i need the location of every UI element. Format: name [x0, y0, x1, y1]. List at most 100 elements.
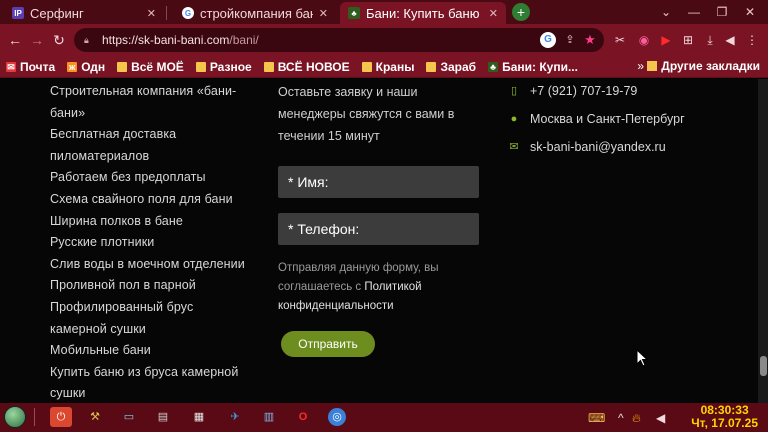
mouse-cursor-icon: [636, 349, 648, 367]
scissors-icon[interactable]: ✂: [612, 32, 628, 48]
menu-link[interactable]: Профилированный брус: [50, 297, 260, 319]
bookmarks-overflow-icon[interactable]: »: [637, 59, 644, 73]
minimize-icon[interactable]: —: [680, 0, 708, 24]
download-icon[interactable]: ⤓: [702, 32, 718, 48]
menu-link[interactable]: Строительная компания «бани-: [50, 81, 260, 103]
calculator-icon[interactable]: ▦: [188, 407, 210, 427]
name-input[interactable]: * Имя:: [278, 166, 479, 198]
close-icon[interactable]: ✕: [483, 7, 498, 20]
ip-favicon-icon: IP: [12, 7, 24, 19]
bookmark-odn[interactable]: ж Одн: [67, 60, 105, 74]
menu-link[interactable]: Купить баню из бруса камерной: [50, 362, 260, 384]
chrome-icon[interactable]: ◎: [328, 408, 346, 426]
opera-icon[interactable]: O: [292, 407, 314, 427]
menu-link[interactable]: Слив воды в моечном отделении: [50, 254, 260, 276]
other-bookmarks[interactable]: Другие закладки: [647, 59, 760, 73]
menu-link[interactable]: Ширина полков в бане: [50, 211, 260, 233]
app-icon[interactable]: ⏻: [50, 407, 72, 427]
more-menu-icon[interactable]: ⋮: [744, 32, 760, 48]
computer-icon[interactable]: ▭: [118, 407, 140, 427]
close-icon[interactable]: ✕: [313, 7, 328, 20]
tray-expand-icon[interactable]: ^: [618, 411, 624, 425]
map-pin-icon: ●: [510, 113, 518, 125]
menu-link[interactable]: сушки: [50, 383, 260, 403]
bookmark-bani[interactable]: ♣ Бани: Купи...: [488, 60, 578, 74]
restore-icon[interactable]: ❐: [708, 0, 736, 24]
scrollbar-thumb[interactable]: [760, 356, 767, 376]
volume-icon[interactable]: ◀: [656, 411, 665, 425]
media-control-icon[interactable]: ◀: [722, 32, 738, 48]
tab-strip: IP Серфинг ✕ G стройкомпания бан ✕ ♣ Бан…: [0, 0, 768, 24]
menu-link[interactable]: Работаем без предоплаты: [50, 167, 260, 189]
files-icon[interactable]: ▤: [152, 407, 174, 427]
submit-button[interactable]: Отправить: [281, 331, 375, 357]
close-icon[interactable]: ✕: [141, 7, 156, 20]
ok-icon: ж: [67, 61, 78, 72]
window-close-icon[interactable]: ✕: [736, 0, 764, 24]
back-arrow-icon[interactable]: ←: [6, 31, 24, 49]
system-clock[interactable]: 08:30:33 Чт, 17.07.25: [691, 404, 758, 430]
bookmark-star-icon[interactable]: ★: [582, 32, 598, 48]
folder-icon: [647, 61, 658, 71]
google-favicon-icon: G: [182, 7, 194, 19]
menu-link[interactable]: Бесплатная доставка: [50, 124, 260, 146]
share-icon[interactable]: ⇪: [562, 32, 578, 48]
consent-text: Отправляя данную форму, вы соглашаетесь …: [278, 262, 439, 312]
tab-title: стройкомпания бан: [200, 5, 313, 21]
leaf-favicon-icon: ♣: [348, 7, 360, 19]
tray-flame-icon[interactable]: 🔥︎: [632, 411, 641, 426]
tab-bani-active[interactable]: ♣ Бани: Купить баню ✕: [340, 2, 506, 24]
folder-icon: [263, 61, 274, 72]
menu-link[interactable]: Схема свайного поля для бани: [50, 189, 260, 211]
tab-google-search[interactable]: G стройкомпания бан ✕: [174, 2, 336, 24]
bookmark-vsyo-novoe[interactable]: ВСЁ НОВОЕ: [263, 60, 350, 74]
menu-link[interactable]: бани»: [50, 103, 260, 125]
tab-title: Бани: Купить баню: [366, 5, 480, 21]
callback-form-intro: Оставьте заявку и наши менеджеры свяжутс…: [278, 81, 478, 147]
taskbar: ⏻ ⚒ ▭ ▤ ▦ ✈ ▥ O ◎ ⌨ ^ 🔥︎ ◀ 08:30:33 Чт, …: [0, 403, 768, 432]
bookmark-raznoe[interactable]: Разное: [195, 60, 252, 74]
clock-date: Чт, 17.07.25: [691, 416, 758, 430]
tab-search-icon[interactable]: ⌄: [652, 0, 680, 24]
window-icon[interactable]: ▥: [258, 407, 280, 427]
keyboard-icon[interactable]: ⌨: [588, 411, 605, 425]
phone-input[interactable]: * Телефон:: [278, 213, 479, 245]
extensions-puzzle-icon[interactable]: ⊞: [680, 32, 696, 48]
bookmark-zarab[interactable]: Зараб: [426, 60, 476, 74]
youtube-icon[interactable]: ▶: [658, 32, 674, 48]
tab-separator: [166, 6, 167, 20]
contact-location: ● Москва и Санкт-Петербург: [508, 112, 685, 126]
forward-arrow-icon[interactable]: →: [28, 31, 46, 49]
extension-badge-icon[interactable]: ◉: [636, 32, 652, 48]
folder-icon: [426, 61, 437, 72]
contact-email[interactable]: ✉ sk-bani-bani@yandex.ru: [508, 140, 665, 154]
tab-serfing[interactable]: IP Серфинг ✕: [4, 2, 167, 24]
torch-icon[interactable]: ⚒: [84, 407, 106, 427]
bookmark-vsyo-moyo[interactable]: Всё МОЁ: [117, 60, 184, 74]
reload-icon[interactable]: ↻: [50, 31, 68, 49]
tab-title: Серфинг: [30, 5, 84, 21]
menu-link[interactable]: пиломатериалов: [50, 146, 260, 168]
telegram-icon[interactable]: ✈: [224, 407, 246, 427]
lock-icon: 🔒︎: [84, 35, 89, 45]
bookmark-pochta[interactable]: ✉ Почта: [6, 60, 55, 74]
address-bar[interactable]: 🔒︎ https://sk-bani-bani.com/bani/ G ⇪ ★: [74, 28, 604, 52]
bookmarks-bar: ✉ Почта ж Одн Всё МОЁ Разное ВСЁ НОВОЕ Кра…: [0, 56, 768, 78]
menu-link[interactable]: Мобильные бани: [50, 340, 260, 362]
contact-phone[interactable]: ▯ +7 (921) 707-19-79: [508, 84, 637, 98]
form-intro-text: Оставьте заявку и наши менеджеры свяжутс…: [278, 85, 455, 143]
bookmark-krany[interactable]: Краны: [361, 60, 414, 74]
start-button[interactable]: [4, 406, 26, 428]
leaf-icon: ♣: [488, 61, 499, 72]
folder-icon: [117, 61, 128, 72]
menu-link[interactable]: камерной сушки: [50, 319, 260, 341]
menu-link[interactable]: Русские плотники: [50, 232, 260, 254]
page-scrollbar[interactable]: [758, 79, 768, 403]
mail-icon: ✉: [6, 61, 16, 72]
new-tab-button[interactable]: +: [512, 3, 530, 21]
menu-link[interactable]: Проливной пол в парной: [50, 275, 260, 297]
google-lens-icon[interactable]: G: [540, 32, 556, 48]
site-menu: Строительная компания «бани- бани» Беспл…: [50, 81, 260, 403]
phone-icon: ▯: [510, 85, 518, 97]
url-text: https://sk-bani-bani.com/bani/: [102, 33, 259, 47]
